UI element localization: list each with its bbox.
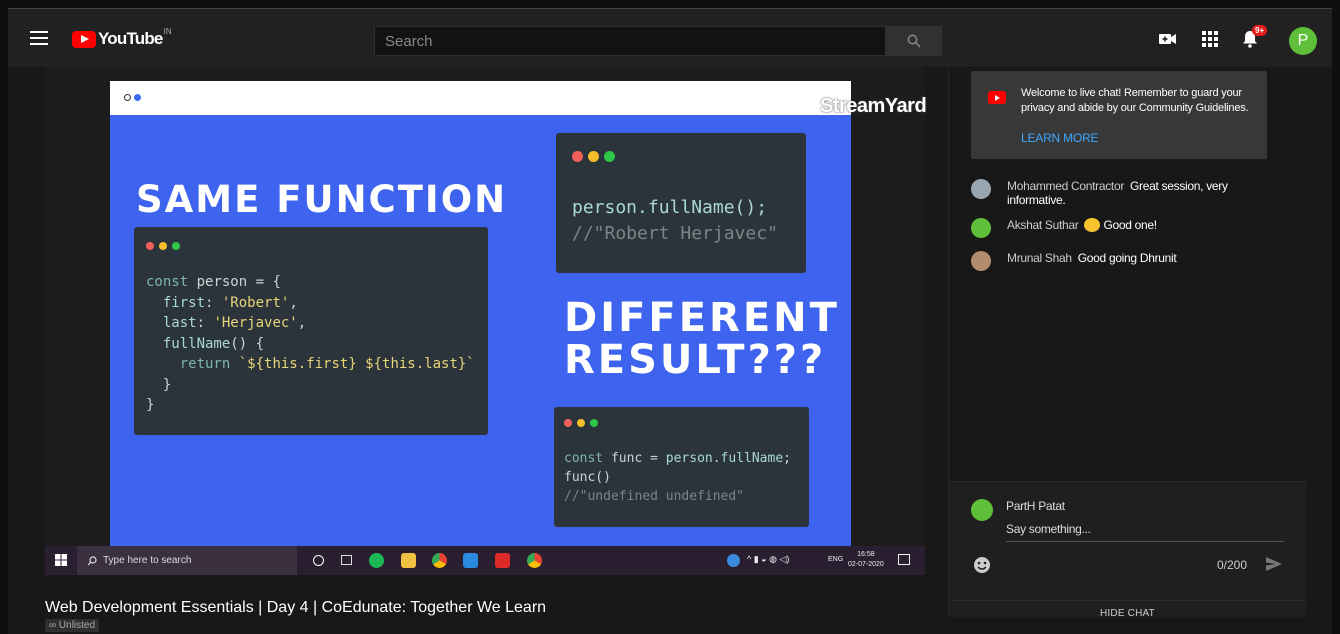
hide-chat-button[interactable]: HIDE CHAT	[949, 600, 1306, 619]
emoji-icon	[1084, 218, 1101, 232]
spotify-icon	[369, 553, 384, 568]
learn-more-link[interactable]: LEARN MORE	[1021, 131, 1099, 145]
vscode-icon	[463, 553, 478, 568]
help-icon	[727, 554, 740, 567]
slide-headline-same-function: SAME FUNCTION	[136, 178, 508, 221]
code-lines: const func = person.fullName; func() //"…	[564, 449, 791, 506]
code-line: }	[146, 376, 172, 393]
action-center-icon	[898, 554, 910, 565]
headline-line: RESULT???	[564, 337, 827, 383]
logo-text: YouTube	[98, 29, 163, 48]
account-avatar[interactable]: P	[1289, 27, 1317, 55]
tray-icons: ^ ▮ ◒ ◍ ◁)	[747, 554, 790, 564]
video-camera-icon	[1159, 34, 1176, 44]
task-view-icon	[341, 555, 352, 565]
windows-taskbar: Type here to search ^ ▮ ◒ ◍ ◁) ENG 16:58…	[45, 546, 925, 575]
code-line: }	[146, 397, 155, 413]
message-author[interactable]: Mohammed Contractor	[1007, 179, 1124, 193]
window-dot-icon	[124, 94, 131, 101]
chrome-icon	[527, 553, 542, 568]
code-line: first: 'Robert',	[162, 294, 298, 311]
menu-icon[interactable]	[30, 31, 48, 45]
search-button[interactable]	[886, 26, 942, 56]
visibility-badge: ∞ Unlisted	[45, 619, 100, 632]
slide-headline-different-result: DIFFERENT RESULT???	[564, 297, 840, 381]
code-line: const func = person.fullName;	[564, 451, 791, 466]
youtube-icon	[988, 91, 1006, 104]
headline-line: DIFFERENT	[564, 295, 840, 341]
country-code: IN	[163, 26, 172, 36]
message-author[interactable]: Mrunal Shah	[1007, 251, 1072, 265]
send-icon	[1266, 557, 1282, 571]
code-line: person.fullName();	[572, 197, 768, 218]
masthead: YouTube IN Search 9+ P	[8, 9, 1332, 67]
video-player[interactable]: StreamYard SAME FUNCTION const person = …	[45, 67, 927, 575]
slide-window-bar	[110, 81, 851, 115]
code-line: //"Robert Herjavec"	[572, 223, 778, 244]
code-line: func()	[564, 470, 611, 485]
clock-date: 02-07-2020	[848, 561, 884, 568]
create-video-button[interactable]	[1156, 27, 1180, 51]
character-counter: 0/200	[1217, 558, 1248, 572]
search-icon	[87, 555, 97, 565]
visibility-text: Unlisted	[58, 620, 96, 631]
smiley-icon	[974, 557, 990, 573]
clock-time: 16:58	[857, 551, 875, 558]
code-line: const person = {	[146, 274, 281, 290]
user-avatar[interactable]	[971, 251, 991, 271]
link-icon: ∞	[49, 620, 59, 631]
windows-start-icon	[55, 554, 67, 566]
chrome-icon	[432, 553, 447, 568]
send-button[interactable]	[1264, 554, 1284, 574]
code-block-call: person.fullName(); //"Robert Herjavec"	[556, 133, 806, 273]
user-avatar[interactable]	[971, 179, 991, 199]
current-user-name: PartH Patat	[1006, 499, 1065, 513]
presentation-slide: SAME FUNCTION const person = { first: 'R…	[110, 115, 851, 555]
emoji-button[interactable]	[973, 556, 991, 574]
current-user-avatar	[971, 499, 993, 521]
window-dots	[572, 151, 615, 162]
search-icon	[907, 34, 921, 48]
apps-grid-icon	[1202, 31, 1218, 47]
code-lines: person.fullName(); //"Robert Herjavec"	[572, 195, 778, 247]
welcome-text: Welcome to live chat! Remember to guard …	[1021, 87, 1249, 114]
video-title: Web Development Essentials | Day 4 | CoE…	[45, 599, 547, 616]
message-body: Akshat Suthar Good one!	[1007, 218, 1261, 232]
chat-welcome-banner: Welcome to live chat! Remember to guard …	[971, 71, 1267, 159]
apps-button[interactable]	[1198, 27, 1222, 51]
code-block-func: const func = person.fullName; func() //"…	[554, 407, 809, 527]
window-dot-icon	[134, 94, 141, 101]
code-lines: const person = { first: 'Robert', last: …	[146, 272, 475, 416]
language-indicator: ENG	[828, 556, 844, 563]
message-text: Good going Dhrunit	[1077, 251, 1177, 265]
file-explorer-icon	[401, 553, 416, 568]
notification-badge: 9+	[1252, 25, 1268, 36]
message-text: Good one!	[1103, 218, 1157, 232]
youtube-play-icon	[72, 30, 96, 48]
message-author[interactable]: Akshat Suthar	[1007, 218, 1079, 232]
code-line: last: 'Herjavec',	[162, 315, 307, 331]
code-line: //"undefined undefined"	[564, 489, 745, 504]
code-block-person: const person = { first: 'Robert', last: …	[134, 227, 488, 435]
chat-input-area: PartH Patat Say something... 0/200 HIDE …	[949, 481, 1306, 619]
message-body: Mohammed Contractor Great session, very i…	[1007, 179, 1261, 207]
chat-message-input[interactable]: Say something...	[1006, 522, 1284, 542]
taskbar-search-text: Type here to search	[103, 555, 192, 566]
window-dots	[146, 242, 180, 250]
code-line: fullName() {	[162, 335, 265, 352]
user-avatar[interactable]	[971, 218, 991, 238]
cortana-icon	[313, 555, 324, 566]
message-body: Mrunal Shah Good going Dhrunit	[1007, 251, 1261, 265]
window-dots	[564, 419, 598, 427]
youtube-logo[interactable]: YouTube IN	[72, 26, 172, 49]
live-chat-panel: Welcome to live chat! Remember to guard …	[948, 67, 1306, 619]
search-input[interactable]: Search	[374, 26, 886, 56]
code-line: return `${this.first} ${this.last}`	[179, 356, 475, 372]
taskbar-clock: 16:58 02-07-2020	[848, 550, 884, 570]
acrobat-icon	[495, 553, 510, 568]
browser-frame: YouTube IN Search 9+ P StreamYard SAME F…	[8, 8, 1332, 634]
taskbar-search: Type here to search	[77, 546, 297, 575]
